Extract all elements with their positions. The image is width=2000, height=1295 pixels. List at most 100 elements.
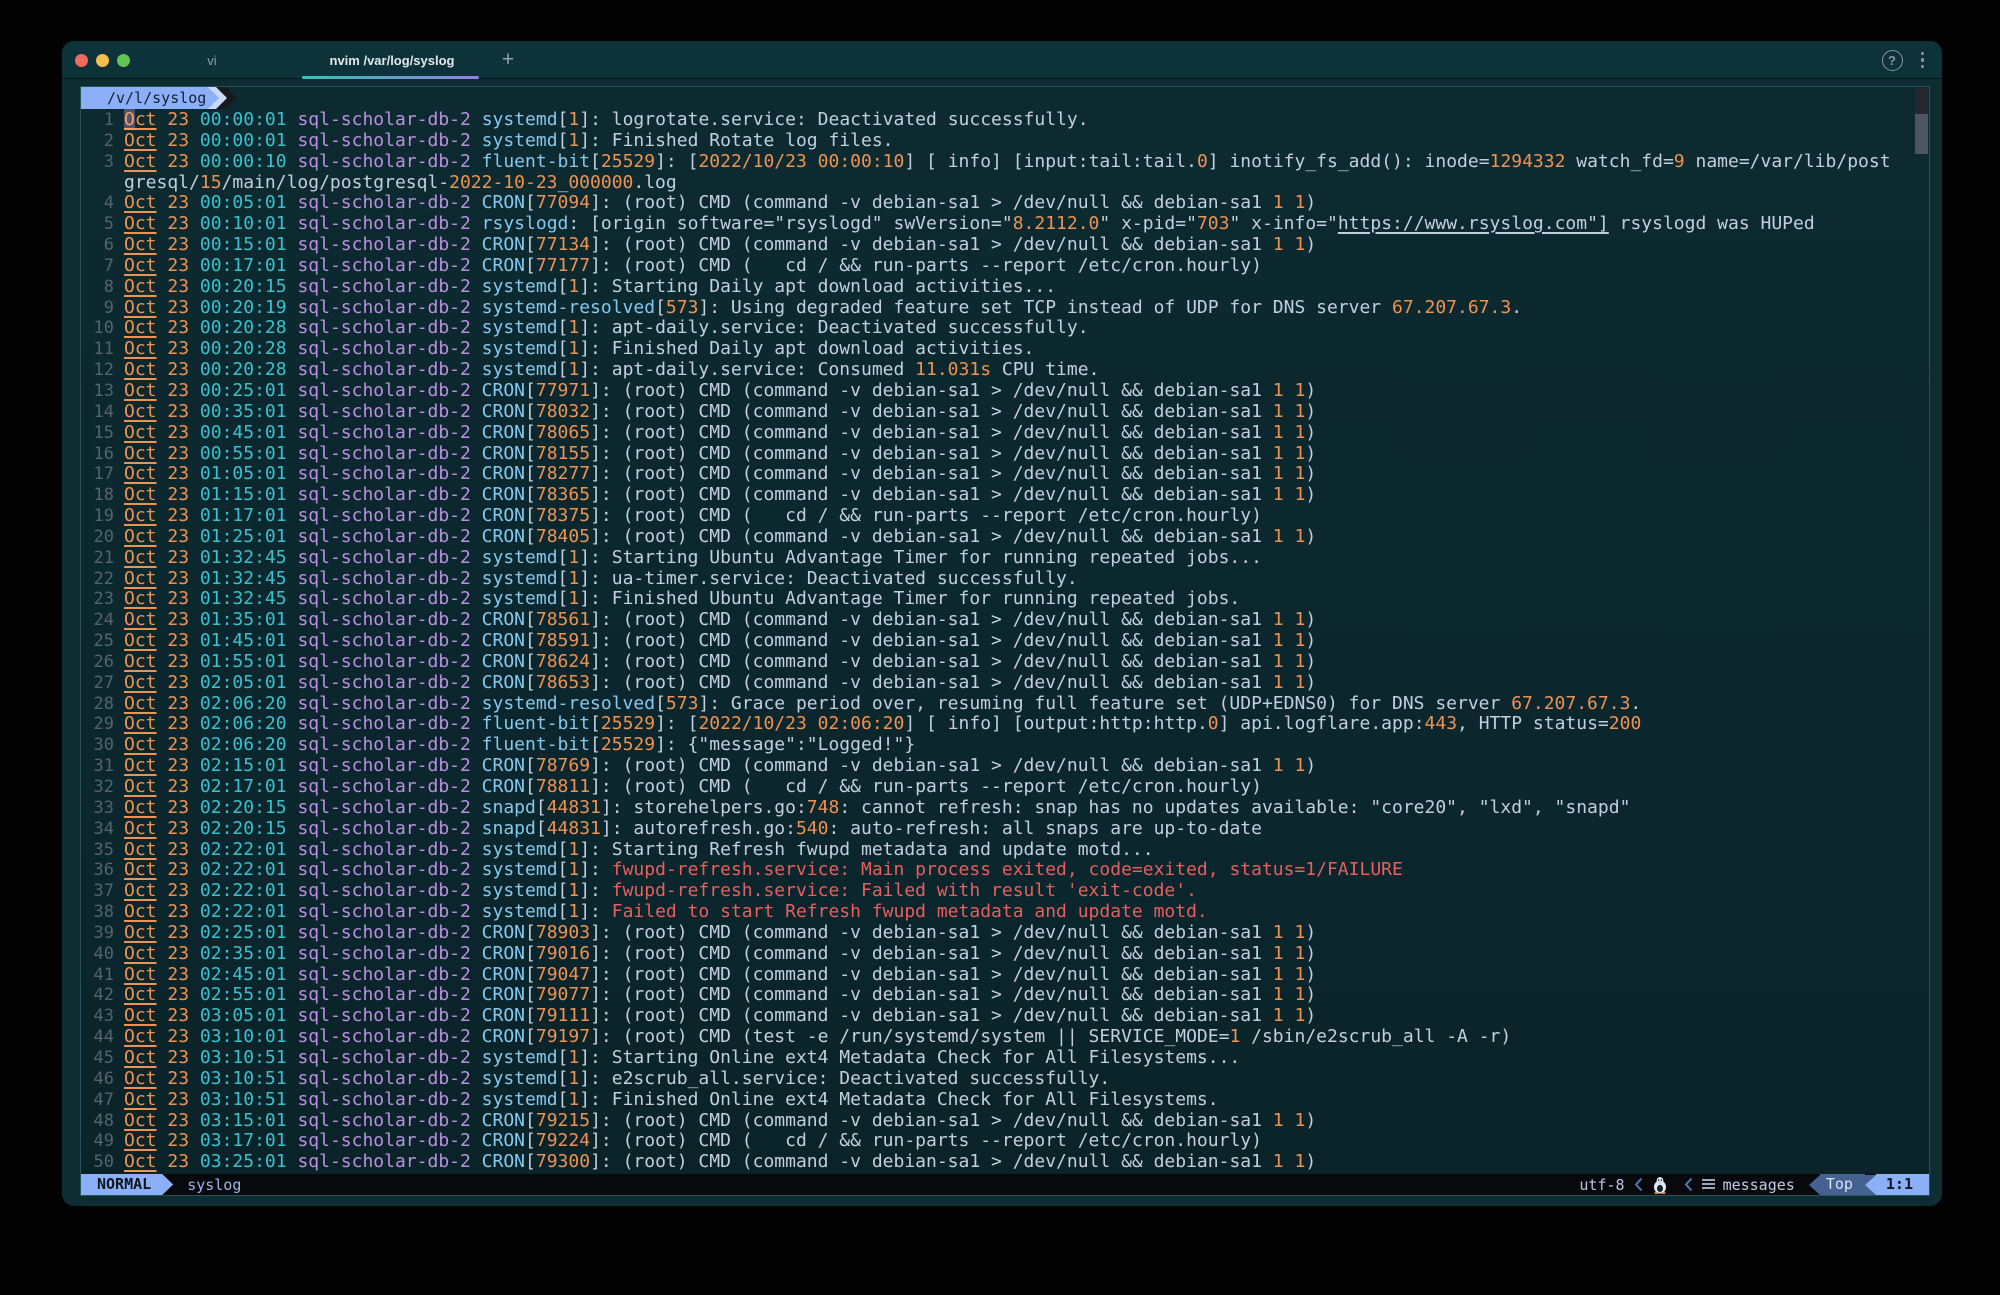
log-line[interactable]: 35Oct 23 02:22:01 sql-scholar-db-2 syste… xyxy=(81,840,1929,861)
log-line[interactable]: 9Oct 23 00:20:19 sql-scholar-db-2 system… xyxy=(81,298,1929,319)
log-line[interactable]: 8Oct 23 00:20:15 sql-scholar-db-2 system… xyxy=(81,277,1929,298)
log-line[interactable]: 22Oct 23 01:32:45 sql-scholar-db-2 syste… xyxy=(81,569,1929,590)
log-line[interactable]: 25Oct 23 01:45:01 sql-scholar-db-2 CRON[… xyxy=(81,631,1929,652)
line-text: Oct 23 02:05:01 sql-scholar-db-2 CRON[78… xyxy=(124,673,1316,694)
log-line[interactable]: 29Oct 23 02:06:20 sql-scholar-db-2 fluen… xyxy=(81,714,1929,735)
log-line[interactable]: 34Oct 23 02:20:15 sql-scholar-db-2 snapd… xyxy=(81,819,1929,840)
buffer-tab[interactable]: /v/l/syslog xyxy=(81,87,219,109)
log-line[interactable]: 38Oct 23 02:22:01 sql-scholar-db-2 syste… xyxy=(81,902,1929,923)
line-number: 10 xyxy=(81,318,124,339)
encoding-label: utf-8 xyxy=(1579,1176,1624,1194)
log-line[interactable]: 37Oct 23 02:22:01 sql-scholar-db-2 syste… xyxy=(81,881,1929,902)
log-line[interactable]: 44Oct 23 03:10:01 sql-scholar-db-2 CRON[… xyxy=(81,1027,1929,1048)
scrollbar[interactable] xyxy=(1915,88,1928,168)
log-line[interactable]: 17Oct 23 01:05:01 sql-scholar-db-2 CRON[… xyxy=(81,464,1929,485)
new-tab-button[interactable]: + xyxy=(490,41,526,79)
log-line[interactable]: 31Oct 23 02:15:01 sql-scholar-db-2 CRON[… xyxy=(81,756,1929,777)
line-text: Oct 23 03:10:51 sql-scholar-db-2 systemd… xyxy=(124,1069,1110,1090)
line-number: 5 xyxy=(81,214,124,235)
line-number: 23 xyxy=(81,589,124,610)
log-line[interactable]: 41Oct 23 02:45:01 sql-scholar-db-2 CRON[… xyxy=(81,965,1929,986)
close-button[interactable] xyxy=(75,54,88,67)
minimize-button[interactable] xyxy=(96,54,109,67)
log-line[interactable]: 42Oct 23 02:55:01 sql-scholar-db-2 CRON[… xyxy=(81,985,1929,1006)
log-line[interactable]: 46Oct 23 03:10:51 sql-scholar-db-2 syste… xyxy=(81,1069,1929,1090)
line-text: Oct 23 01:45:01 sql-scholar-db-2 CRON[78… xyxy=(124,631,1316,652)
log-line[interactable]: 28Oct 23 02:06:20 sql-scholar-db-2 syste… xyxy=(81,694,1929,715)
help-button[interactable]: ? xyxy=(1882,50,1903,71)
log-line[interactable]: 5Oct 23 00:10:01 sql-scholar-db-2 rsyslo… xyxy=(81,214,1929,235)
line-text: Oct 23 00:20:28 sql-scholar-db-2 systemd… xyxy=(124,360,1099,381)
log-line[interactable]: 10Oct 23 00:20:28 sql-scholar-db-2 syste… xyxy=(81,318,1929,339)
log-line[interactable]: 21Oct 23 01:32:45 sql-scholar-db-2 syste… xyxy=(81,548,1929,569)
line-text: Oct 23 00:00:10 sql-scholar-db-2 fluent-… xyxy=(124,152,1891,173)
log-line[interactable]: 16Oct 23 00:55:01 sql-scholar-db-2 CRON[… xyxy=(81,444,1929,465)
log-line[interactable]: 19Oct 23 01:17:01 sql-scholar-db-2 CRON[… xyxy=(81,506,1929,527)
log-line[interactable]: 1Oct 23 00:00:01 sql-scholar-db-2 system… xyxy=(81,110,1929,131)
line-number: 8 xyxy=(81,277,124,298)
log-line[interactable]: 11Oct 23 00:20:28 sql-scholar-db-2 syste… xyxy=(81,339,1929,360)
line-number: 42 xyxy=(81,985,124,1006)
log-line[interactable]: 15Oct 23 00:45:01 sql-scholar-db-2 CRON[… xyxy=(81,423,1929,444)
nvim-tabline: /v/l/syslog xyxy=(81,87,1929,109)
line-text: Oct 23 00:10:01 sql-scholar-db-2 rsyslog… xyxy=(124,214,1815,235)
tab-vi[interactable]: vi xyxy=(122,41,302,79)
log-line[interactable]: 36Oct 23 02:22:01 sql-scholar-db-2 syste… xyxy=(81,860,1929,881)
log-line[interactable]: 13Oct 23 00:25:01 sql-scholar-db-2 CRON[… xyxy=(81,381,1929,402)
log-line[interactable]: 33Oct 23 02:20:15 sql-scholar-db-2 snapd… xyxy=(81,798,1929,819)
log-line[interactable]: 39Oct 23 02:25:01 sql-scholar-db-2 CRON[… xyxy=(81,923,1929,944)
log-line[interactable]: 18Oct 23 01:15:01 sql-scholar-db-2 CRON[… xyxy=(81,485,1929,506)
log-line[interactable]: 30Oct 23 02:06:20 sql-scholar-db-2 fluen… xyxy=(81,735,1929,756)
log-line[interactable]: 3Oct 23 00:00:10 sql-scholar-db-2 fluent… xyxy=(81,152,1929,173)
log-line[interactable]: 27Oct 23 02:05:01 sql-scholar-db-2 CRON[… xyxy=(81,673,1929,694)
log-line[interactable]: 14Oct 23 00:35:01 sql-scholar-db-2 CRON[… xyxy=(81,402,1929,423)
log-line[interactable]: 6Oct 23 00:15:01 sql-scholar-db-2 CRON[7… xyxy=(81,235,1929,256)
statusline-right: utf-8 xyxy=(1579,1174,1929,1195)
line-text: Oct 23 00:55:01 sql-scholar-db-2 CRON[78… xyxy=(124,444,1316,465)
log-line[interactable]: 26Oct 23 01:55:01 sql-scholar-db-2 CRON[… xyxy=(81,652,1929,673)
plus-icon: + xyxy=(502,48,514,72)
line-number: 29 xyxy=(81,714,124,735)
line-number: 4 xyxy=(81,193,124,214)
line-text: Oct 23 02:22:01 sql-scholar-db-2 systemd… xyxy=(124,860,1403,881)
line-text: Oct 23 03:17:01 sql-scholar-db-2 CRON[79… xyxy=(124,1131,1262,1152)
powerline-separator xyxy=(1809,1175,1820,1195)
log-line[interactable]: 4Oct 23 00:05:01 sql-scholar-db-2 CRON[7… xyxy=(81,193,1929,214)
log-line[interactable]: gresql/15/main/log/postgresql-2022-10-23… xyxy=(81,173,1929,194)
filename-label: syslog xyxy=(187,1176,241,1194)
log-line[interactable]: 20Oct 23 01:25:01 sql-scholar-db-2 CRON[… xyxy=(81,527,1929,548)
cursor-position-badge: 1:1 xyxy=(1876,1174,1929,1195)
line-number: 32 xyxy=(81,777,124,798)
line-number: 22 xyxy=(81,569,124,590)
line-number: 34 xyxy=(81,819,124,840)
log-line[interactable]: 7Oct 23 00:17:01 sql-scholar-db-2 CRON[7… xyxy=(81,256,1929,277)
log-line[interactable]: 48Oct 23 03:15:01 sql-scholar-db-2 CRON[… xyxy=(81,1111,1929,1132)
line-number: 49 xyxy=(81,1131,124,1152)
line-text: Oct 23 00:15:01 sql-scholar-db-2 CRON[77… xyxy=(124,235,1316,256)
line-text: Oct 23 00:45:01 sql-scholar-db-2 CRON[78… xyxy=(124,423,1316,444)
tab-nvim-syslog[interactable]: nvim /var/log/syslog xyxy=(302,41,482,79)
line-text: Oct 23 00:00:01 sql-scholar-db-2 systemd… xyxy=(124,131,894,152)
line-number: 33 xyxy=(81,798,124,819)
log-line[interactable]: 24Oct 23 01:35:01 sql-scholar-db-2 CRON[… xyxy=(81,610,1929,631)
line-text: Oct 23 00:05:01 sql-scholar-db-2 CRON[77… xyxy=(124,193,1316,214)
menu-button[interactable] xyxy=(1919,50,1927,71)
scrollbar-thumb[interactable] xyxy=(1915,114,1928,154)
log-line[interactable]: 50Oct 23 03:25:01 sql-scholar-db-2 CRON[… xyxy=(81,1152,1929,1173)
log-line[interactable]: 12Oct 23 00:20:28 sql-scholar-db-2 syste… xyxy=(81,360,1929,381)
log-line[interactable]: 2Oct 23 00:00:01 sql-scholar-db-2 system… xyxy=(81,131,1929,152)
log-line[interactable]: 45Oct 23 03:10:51 sql-scholar-db-2 syste… xyxy=(81,1048,1929,1069)
log-line[interactable]: 40Oct 23 02:35:01 sql-scholar-db-2 CRON[… xyxy=(81,944,1929,965)
line-number: 18 xyxy=(81,485,124,506)
line-number xyxy=(81,173,124,194)
log-line[interactable]: 32Oct 23 02:17:01 sql-scholar-db-2 CRON[… xyxy=(81,777,1929,798)
log-line[interactable]: 47Oct 23 03:10:51 sql-scholar-db-2 syste… xyxy=(81,1090,1929,1111)
line-text: Oct 23 00:20:28 sql-scholar-db-2 systemd… xyxy=(124,339,1034,360)
line-number: 36 xyxy=(81,860,124,881)
line-number: 13 xyxy=(81,381,124,402)
log-line[interactable]: 49Oct 23 03:17:01 sql-scholar-db-2 CRON[… xyxy=(81,1131,1929,1152)
log-line[interactable]: 23Oct 23 01:32:45 sql-scholar-db-2 syste… xyxy=(81,589,1929,610)
log-line[interactable]: 43Oct 23 03:05:01 sql-scholar-db-2 CRON[… xyxy=(81,1006,1929,1027)
line-number: 27 xyxy=(81,673,124,694)
powerline-separator xyxy=(1865,1175,1876,1195)
